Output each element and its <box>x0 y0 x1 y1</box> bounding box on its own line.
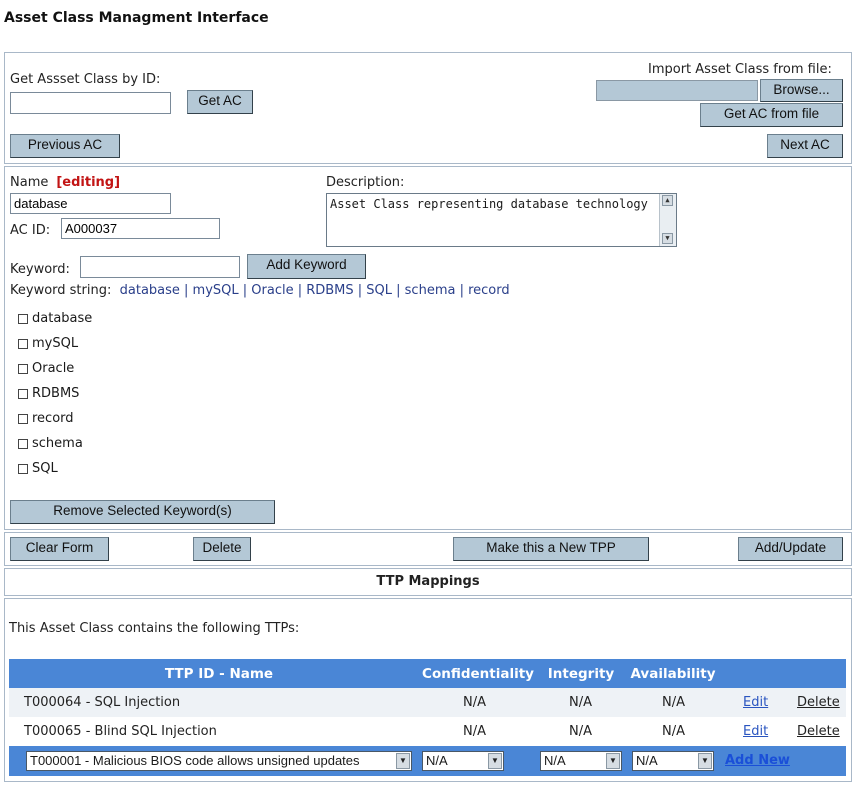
scroll-down-icon[interactable]: ▼ <box>662 233 673 244</box>
import-label: Import Asset Class from file: <box>648 62 832 77</box>
ttp-select-value: T000001 - Malicious BIOS code allows uns… <box>30 753 360 768</box>
ac-id-lookup-input[interactable] <box>10 92 171 114</box>
keyword-checkbox-label: Oracle <box>32 361 75 376</box>
name-label: Name [editing] <box>10 175 120 190</box>
edit-link[interactable]: Edit <box>743 688 768 717</box>
get-ac-from-file-button[interactable]: Get AC from file <box>700 103 843 127</box>
checkbox[interactable] <box>18 463 28 474</box>
ttp-select[interactable]: T000001 - Malicious BIOS code allows uns… <box>26 751 412 771</box>
keyword-checkbox-item[interactable]: RDBMS <box>18 386 79 401</box>
integrity-value: N/A <box>569 724 592 739</box>
keyword-string-row: Keyword string: database | mySQL | Oracl… <box>10 283 510 298</box>
keyword-input[interactable] <box>80 256 240 278</box>
edit-link[interactable]: Edit <box>743 717 768 746</box>
keyword-checkbox-item[interactable]: schema <box>18 436 83 451</box>
keyword-checkbox-item[interactable]: record <box>18 411 74 426</box>
remove-selected-keywords-button[interactable]: Remove Selected Keyword(s) <box>10 500 275 524</box>
checkbox[interactable] <box>18 413 28 424</box>
col-header-confidentiality: Confidentiality <box>422 666 534 682</box>
chevron-down-icon[interactable]: ▼ <box>396 753 410 769</box>
keyword-checkbox-label: mySQL <box>32 336 79 351</box>
chevron-down-icon[interactable]: ▼ <box>488 753 502 769</box>
add-keyword-button[interactable]: Add Keyword <box>247 254 366 279</box>
page-title: Asset Class Managment Interface <box>4 10 269 26</box>
confidentiality-select-value: N/A <box>426 753 448 768</box>
availability-value: N/A <box>662 724 685 739</box>
integrity-select[interactable]: N/A ▼ <box>540 751 622 771</box>
confidentiality-select[interactable]: N/A ▼ <box>422 751 504 771</box>
add-new-link[interactable]: Add New <box>725 753 790 768</box>
keyword-label: Keyword: <box>10 262 70 277</box>
previous-ac-button[interactable]: Previous AC <box>10 134 120 158</box>
col-header-id-name: TTP ID - Name <box>164 666 274 682</box>
acid-field[interactable] <box>61 218 220 239</box>
keyword-checkbox-label: schema <box>32 436 83 451</box>
next-ac-button[interactable]: Next AC <box>767 134 843 158</box>
keyword-checkbox-item[interactable]: Oracle <box>18 361 74 376</box>
chevron-down-icon[interactable]: ▼ <box>606 753 620 769</box>
checkbox[interactable] <box>18 338 28 349</box>
confidentiality-value: N/A <box>463 695 486 710</box>
description-scrollbar[interactable]: ▲ ▼ <box>659 194 676 246</box>
table-row: T000065 - Blind SQL Injection N/A N/A N/… <box>9 717 846 747</box>
checkbox[interactable] <box>18 363 28 374</box>
description-text: Asset Class representing database techno… <box>330 197 648 211</box>
editing-badge: [editing] <box>56 175 121 190</box>
col-header-integrity: Integrity <box>547 666 615 682</box>
get-ac-button[interactable]: Get AC <box>187 90 253 114</box>
integrity-select-value: N/A <box>544 753 566 768</box>
integrity-value: N/A <box>569 695 592 710</box>
make-new-tpp-button[interactable]: Make this a New TPP <box>453 537 649 561</box>
col-header-availability: Availability <box>630 666 716 682</box>
checkbox[interactable] <box>18 388 28 399</box>
clear-form-button[interactable]: Clear Form <box>10 537 109 561</box>
delete-link[interactable]: Delete <box>797 717 840 746</box>
keyword-checkbox-label: record <box>32 411 74 426</box>
keyword-checkbox-item[interactable]: SQL <box>18 461 58 476</box>
checkbox[interactable] <box>18 438 28 449</box>
acid-label: AC ID: <box>10 223 51 238</box>
browse-button[interactable]: Browse... <box>760 79 843 102</box>
description-label: Description: <box>326 175 405 190</box>
table-row: T000064 - SQL Injection N/A N/A N/A Edit… <box>9 688 846 718</box>
ttp-section-title: TTP Mappings <box>376 574 480 589</box>
keyword-checkbox-label: SQL <box>32 461 58 476</box>
keyword-string-label: Keyword string: <box>10 283 112 298</box>
get-by-id-label: Get Assset Class by ID: <box>10 72 161 87</box>
availability-select-value: N/A <box>636 753 658 768</box>
chevron-down-icon[interactable]: ▼ <box>698 753 712 769</box>
confidentiality-value: N/A <box>463 724 486 739</box>
add-update-button[interactable]: Add/Update <box>738 537 843 561</box>
availability-value: N/A <box>662 695 685 710</box>
availability-select[interactable]: N/A ▼ <box>632 751 714 771</box>
keyword-checkbox-label: database <box>32 311 93 326</box>
keyword-checkbox-label: RDBMS <box>32 386 80 401</box>
delete-button[interactable]: Delete <box>193 537 251 561</box>
action-bar <box>4 532 852 566</box>
ttp-id-name: T000065 - Blind SQL Injection <box>24 724 217 739</box>
keyword-checkbox-item[interactable]: mySQL <box>18 336 78 351</box>
description-textarea[interactable]: Asset Class representing database techno… <box>326 193 677 247</box>
scroll-up-icon[interactable]: ▲ <box>662 195 673 206</box>
keyword-string-value: database | mySQL | Oracle | RDBMS | SQL … <box>119 283 510 298</box>
checkbox[interactable] <box>18 313 28 324</box>
name-field[interactable] <box>10 193 171 214</box>
name-label-text: Name <box>10 175 49 190</box>
import-file-input[interactable] <box>596 80 758 101</box>
keyword-checkbox-item[interactable]: database <box>18 311 92 326</box>
ttp-id-name: T000064 - SQL Injection <box>24 695 181 710</box>
ttp-intro-text: This Asset Class contains the following … <box>9 621 300 636</box>
delete-link[interactable]: Delete <box>797 688 840 717</box>
